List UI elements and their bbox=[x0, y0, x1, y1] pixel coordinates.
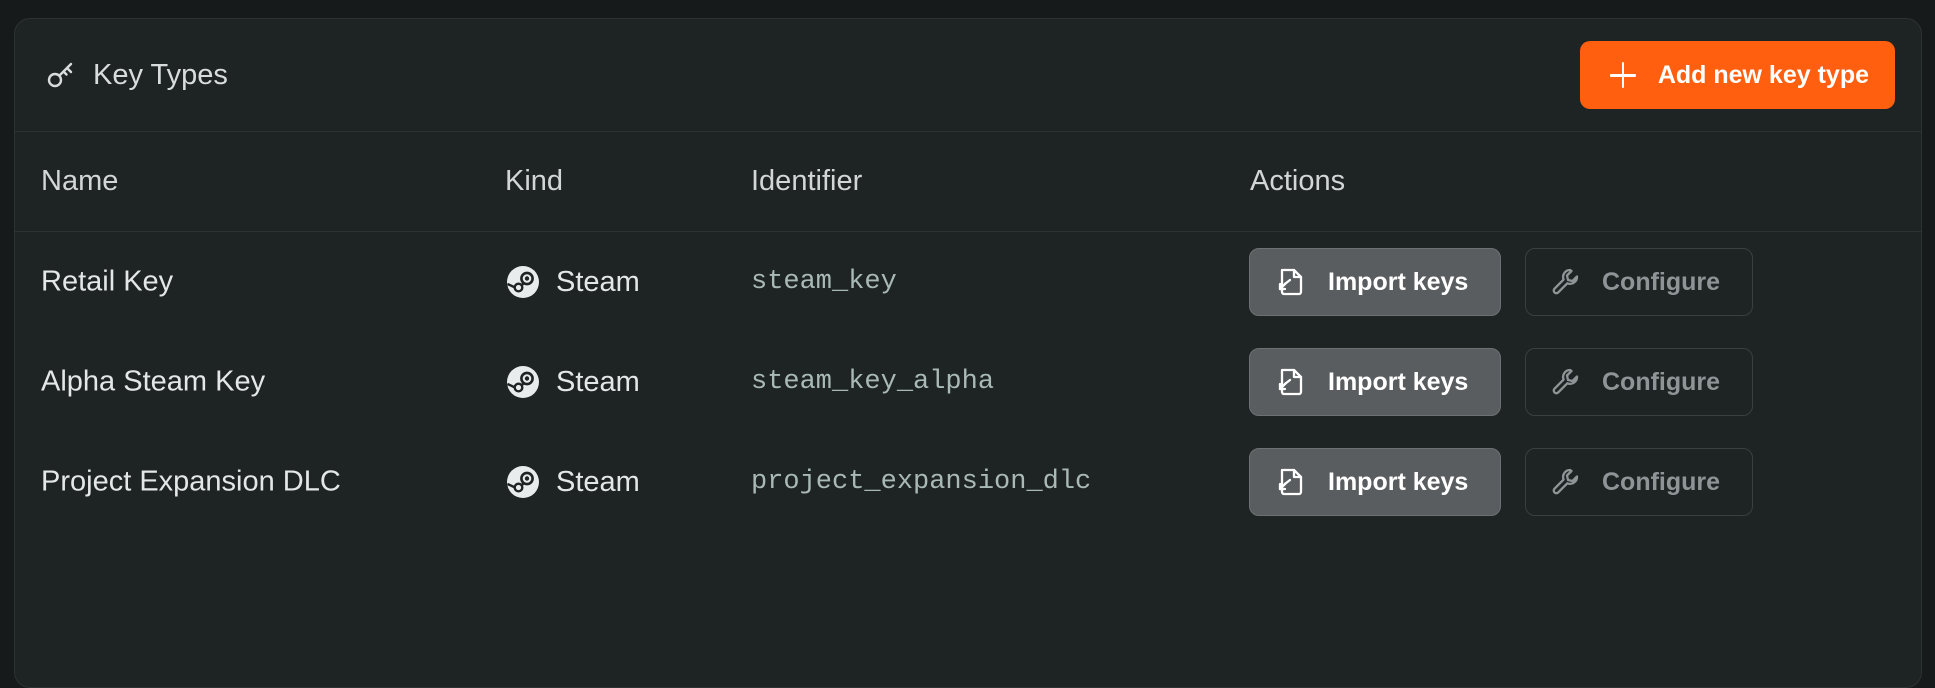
column-header-kind: Kind bbox=[505, 165, 564, 197]
key-type-kind: Steam bbox=[506, 465, 640, 499]
import-keys-button[interactable]: Import keys bbox=[1249, 348, 1501, 416]
wrench-icon bbox=[1552, 268, 1579, 295]
configure-label: Configure bbox=[1602, 267, 1721, 296]
import-keys-button[interactable]: Import keys bbox=[1249, 448, 1501, 516]
key-types-panel: Key Types Add new key type Name Kind Ide… bbox=[14, 18, 1922, 688]
configure-button[interactable]: Configure bbox=[1525, 348, 1753, 416]
panel-header: Key Types Add new key type bbox=[15, 19, 1921, 132]
add-key-type-button[interactable]: Add new key type bbox=[1579, 41, 1895, 109]
key-icon bbox=[45, 59, 77, 91]
key-type-name: Retail Key bbox=[41, 265, 174, 298]
configure-button[interactable]: Configure bbox=[1525, 248, 1753, 316]
kind-label: Steam bbox=[556, 365, 640, 398]
kind-label: Steam bbox=[556, 265, 640, 298]
key-type-kind: Steam bbox=[506, 365, 640, 399]
key-type-identifier: project_expansion_dlc bbox=[751, 467, 1092, 497]
row-actions: Import keys Configure bbox=[1249, 448, 1753, 516]
file-import-icon bbox=[1278, 368, 1303, 396]
column-header-actions: Actions bbox=[1250, 165, 1346, 197]
key-type-kind: Steam bbox=[506, 265, 640, 299]
panel-title: Key Types bbox=[45, 59, 228, 92]
key-type-name: Project Expansion DLC bbox=[41, 465, 341, 498]
row-actions: Import keys Configure bbox=[1249, 348, 1753, 416]
wrench-icon bbox=[1552, 368, 1579, 395]
plus-icon bbox=[1609, 62, 1636, 88]
column-header-name: Name bbox=[41, 165, 119, 197]
file-import-icon bbox=[1278, 468, 1303, 496]
configure-button[interactable]: Configure bbox=[1525, 448, 1753, 516]
steam-icon bbox=[506, 466, 539, 498]
kind-label: Steam bbox=[556, 465, 640, 498]
add-key-type-label: Add new key type bbox=[1657, 60, 1869, 89]
table-row: Alpha Steam Key Steam steam_key_alpha Im… bbox=[15, 332, 1921, 432]
table-body: Retail Key Steam steam_key Import keys C… bbox=[15, 232, 1921, 532]
steam-icon bbox=[506, 266, 539, 298]
table-row: Retail Key Steam steam_key Import keys C… bbox=[15, 232, 1921, 332]
page-title: Key Types bbox=[93, 58, 228, 91]
import-keys-label: Import keys bbox=[1328, 467, 1469, 496]
configure-label: Configure bbox=[1602, 367, 1721, 396]
import-keys-label: Import keys bbox=[1328, 367, 1469, 396]
table-row: Project Expansion DLC Steam project_expa… bbox=[15, 432, 1921, 532]
key-type-name: Alpha Steam Key bbox=[41, 365, 266, 398]
file-import-icon bbox=[1278, 268, 1303, 296]
import-keys-label: Import keys bbox=[1328, 267, 1469, 296]
key-type-identifier: steam_key_alpha bbox=[751, 367, 995, 397]
row-actions: Import keys Configure bbox=[1249, 248, 1753, 316]
wrench-icon bbox=[1552, 468, 1579, 495]
column-header-identifier: Identifier bbox=[751, 165, 863, 197]
table-header: Name Kind Identifier Actions bbox=[15, 132, 1921, 232]
import-keys-button[interactable]: Import keys bbox=[1249, 248, 1501, 316]
key-type-identifier: steam_key bbox=[751, 267, 897, 297]
configure-label: Configure bbox=[1602, 467, 1721, 496]
steam-icon bbox=[506, 366, 539, 398]
